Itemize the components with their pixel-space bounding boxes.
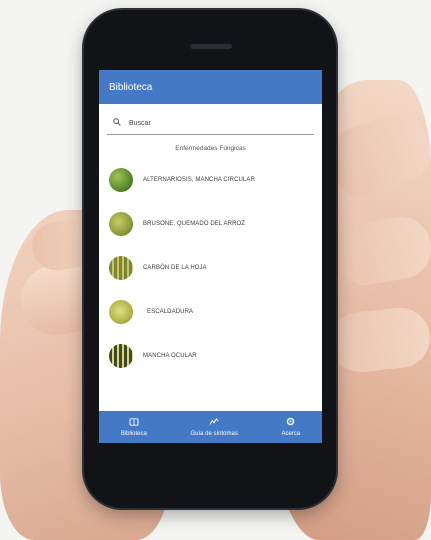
phone-speaker	[190, 44, 232, 49]
gear-icon	[286, 417, 295, 428]
list-item-label: MANCHA OCULAR	[143, 353, 197, 359]
nav-label: Acerca	[281, 431, 301, 437]
bottom-nav: Biblioteca Guía de síntomas Acerca	[99, 411, 322, 443]
search-icon	[113, 118, 121, 128]
leaf-disease-thumbnail-icon	[109, 168, 133, 192]
nav-label: Guía de síntomas	[190, 430, 238, 437]
list-item[interactable]: BRUSONE, QUEMADO DEL ARROZ	[99, 202, 322, 246]
app-bar: Biblioteca	[99, 70, 322, 104]
list-item[interactable]: ALTERNARIOSIS, MANCHA CIRCULAR	[99, 158, 322, 202]
list-item[interactable]: CARBÓN DE LA HOJA	[99, 246, 322, 290]
book-icon	[129, 417, 139, 428]
nav-guia-sintomas[interactable]: Guía de síntomas	[190, 417, 238, 437]
list-item-label: CARBÓN DE LA HOJA	[143, 265, 207, 271]
nav-label: Biblioteca	[120, 430, 147, 437]
leaf-disease-thumbnail-icon	[109, 300, 133, 324]
list-item-label: ALTERNARIOSIS, MANCHA CIRCULAR	[143, 177, 255, 183]
list-item[interactable]: MANCHA OCULAR	[99, 334, 322, 378]
leaf-disease-thumbnail-icon	[109, 256, 133, 280]
app-title: Biblioteca	[109, 81, 153, 93]
search-input[interactable]: Buscar	[129, 120, 151, 127]
nav-biblioteca[interactable]: Biblioteca	[120, 417, 147, 437]
section-title: Enfermedades Fúngicas	[175, 145, 246, 152]
leaf-disease-thumbnail-icon	[109, 212, 133, 236]
search-bar[interactable]: Buscar	[107, 112, 314, 135]
list-item-label: BRUSONE, QUEMADO DEL ARROZ	[143, 221, 246, 227]
phone-device: Biblioteca Buscar Enfermedades Fúngicas …	[84, 10, 336, 508]
list-item[interactable]: ESCALDADURA	[99, 290, 322, 334]
list-item-label: ESCALDADURA	[147, 309, 194, 315]
app-screen: Biblioteca Buscar Enfermedades Fúngicas …	[99, 70, 322, 443]
nav-acerca[interactable]: Acerca	[281, 417, 300, 437]
leaf-disease-thumbnail-icon	[109, 344, 133, 368]
disease-list: ALTERNARIOSIS, MANCHA CIRCULAR BRUSONE, …	[99, 158, 322, 378]
symptom-guide-icon	[209, 417, 219, 428]
